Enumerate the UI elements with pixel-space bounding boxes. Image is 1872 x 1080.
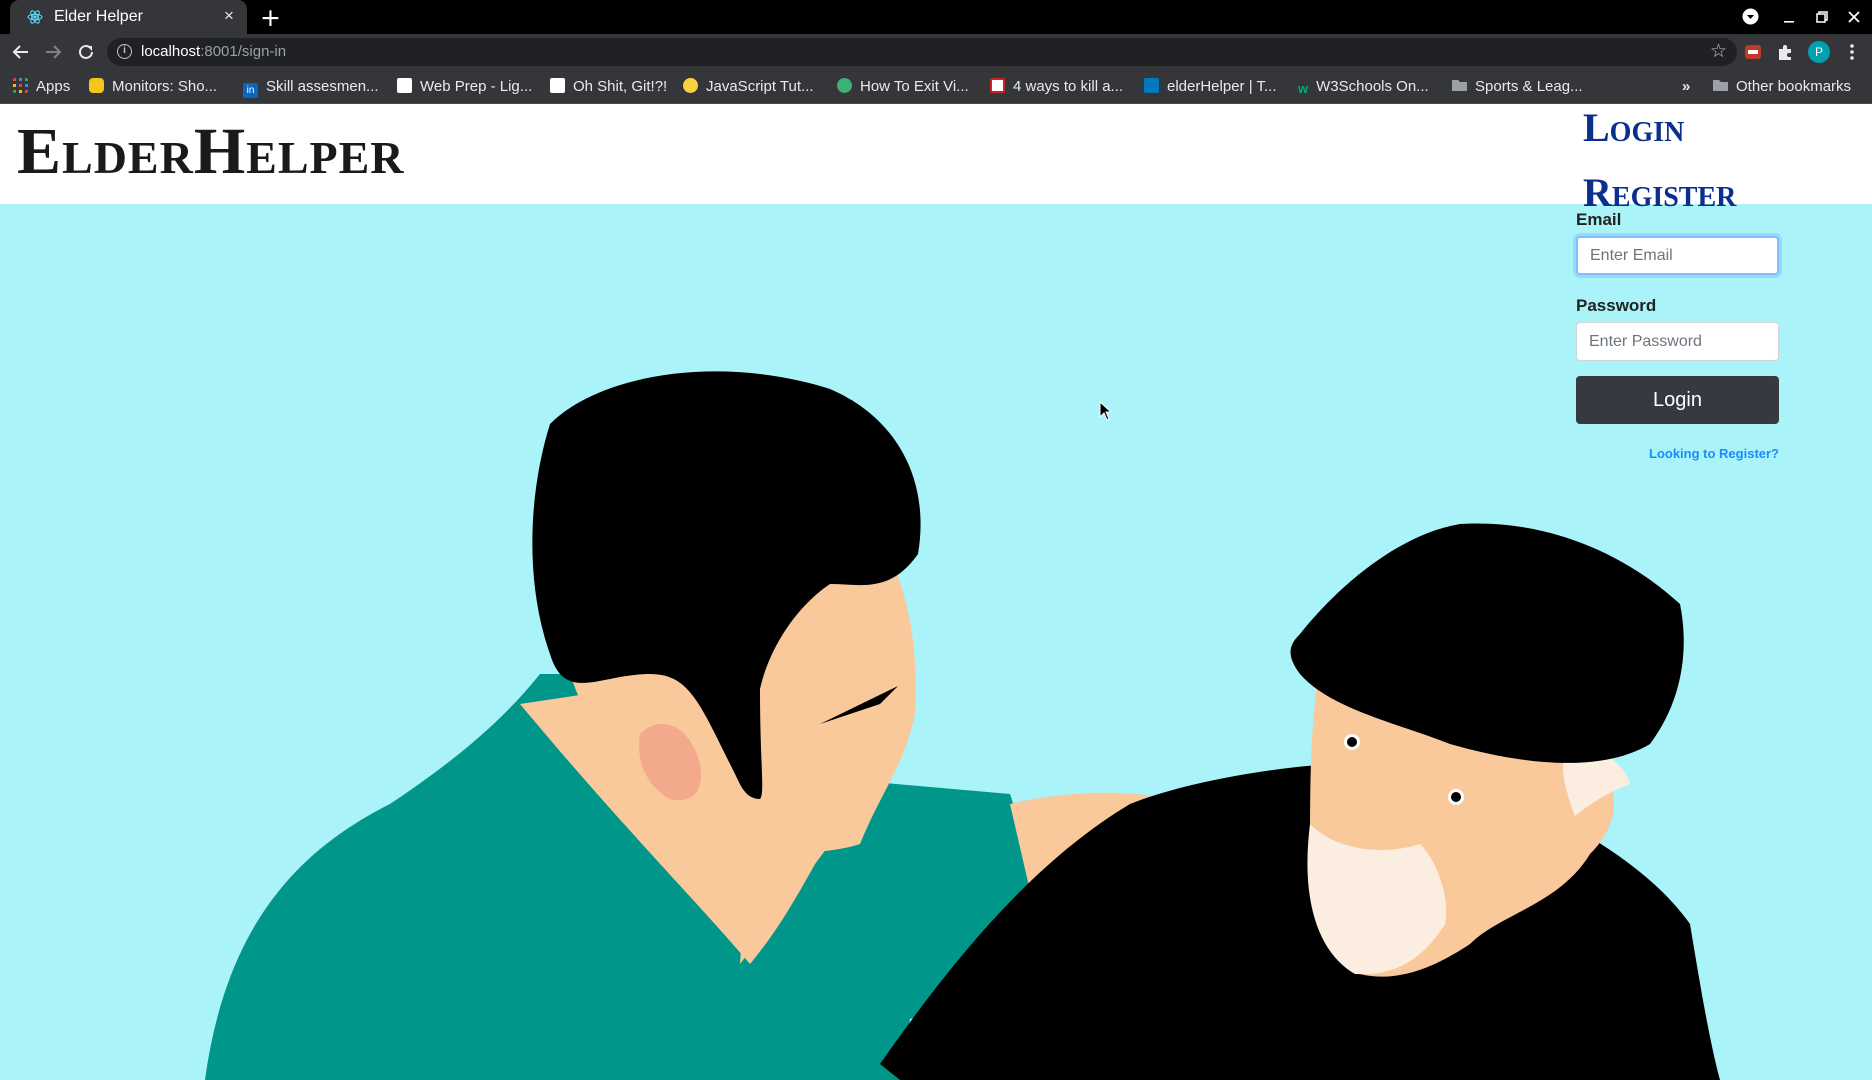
bookmark-item[interactable]: Monitors: Sho... <box>89 78 217 95</box>
folder-icon <box>1713 80 1728 91</box>
bookmark-item[interactable]: 4 ways to kill a... <box>990 78 1123 95</box>
reload-icon[interactable] <box>77 43 95 61</box>
page-viewport: ElderHelper Login Register Email Enter E… <box>0 104 1872 1080</box>
browser-toolbar: i localhost:8001/sign-in ☆ P <box>0 34 1872 70</box>
react-icon <box>27 10 43 24</box>
bookmark-favicon-icon <box>89 78 104 93</box>
minimize-icon[interactable] <box>1782 10 1796 24</box>
other-bookmarks[interactable]: Other bookmarks <box>1713 78 1851 95</box>
restore-icon[interactable] <box>1815 10 1829 24</box>
linkedin-icon: in <box>243 83 258 98</box>
profile-avatar[interactable]: P <box>1808 41 1830 63</box>
tab-close-icon[interactable]: × <box>224 6 234 26</box>
bookmarks-bar: Apps Monitors: Sho... in Skill assesmen..… <box>0 70 1872 104</box>
login-button[interactable]: Login <box>1576 376 1779 424</box>
window-close-icon[interactable] <box>1847 10 1861 24</box>
browser-tab[interactable]: Elder Helper × <box>10 0 247 34</box>
address-bar[interactable]: i localhost:8001/sign-in ☆ <box>107 38 1737 66</box>
trello-icon <box>1144 78 1159 93</box>
bookmark-item[interactable]: JavaScript Tut... <box>683 78 814 95</box>
register-link[interactable]: Looking to Register? <box>1649 446 1779 461</box>
bookmark-favicon-icon <box>550 78 565 93</box>
bookmark-favicon-icon <box>990 78 1005 93</box>
w3schools-icon: w <box>1298 81 1309 96</box>
bookmark-item[interactable]: in Skill assesmen... <box>243 78 379 98</box>
bookmark-item[interactable]: Oh Shit, Git!?! <box>550 78 667 95</box>
password-input[interactable] <box>1576 322 1779 361</box>
site-logo[interactable]: ElderHelper <box>17 119 405 185</box>
bookmark-item[interactable]: How To Exit Vi... <box>837 78 969 95</box>
eye-pupil <box>1347 737 1357 747</box>
folder-icon <box>1452 80 1467 91</box>
bookmark-item[interactable]: Web Prep - Lig... <box>397 78 532 95</box>
python-icon <box>683 78 698 93</box>
url-text[interactable]: localhost:8001/sign-in <box>141 43 286 60</box>
bookmark-apps[interactable]: Apps <box>13 78 70 95</box>
email-label: Email <box>1576 210 1622 229</box>
site-info-icon[interactable]: i <box>117 44 132 59</box>
email-input[interactable] <box>1576 236 1779 275</box>
menu-dots-icon[interactable] <box>1842 42 1862 62</box>
back-icon[interactable] <box>12 43 30 61</box>
tab-title: Elder Helper <box>54 8 143 25</box>
browser-tab-strip: Elder Helper × + <box>0 0 1872 34</box>
nav-login-link[interactable]: Login <box>1583 104 1684 151</box>
bookmark-favicon-icon <box>837 78 852 93</box>
eye-pupil <box>1451 792 1461 802</box>
nav-register-link[interactable]: Register <box>1583 169 1736 216</box>
bookmark-item[interactable]: w W3Schools On... <box>1298 78 1429 96</box>
apps-grid-icon <box>13 78 28 93</box>
bookmark-favicon-icon <box>397 78 412 93</box>
new-tab-icon[interactable]: + <box>260 3 281 32</box>
password-label: Password <box>1576 296 1657 315</box>
bookmarks-overflow-icon[interactable]: » <box>1682 78 1690 95</box>
mouse-cursor-icon <box>1099 401 1111 421</box>
bookmark-star-icon[interactable]: ☆ <box>1710 40 1727 62</box>
extensions-puzzle-icon[interactable] <box>1775 42 1795 62</box>
extension-icon[interactable] <box>1743 42 1763 62</box>
media-control-icon[interactable] <box>1742 8 1759 25</box>
bookmark-item[interactable]: Sports & Leag... <box>1452 78 1583 95</box>
forward-icon[interactable] <box>44 43 62 61</box>
bookmark-item[interactable]: elderHelper | T... <box>1144 78 1277 95</box>
